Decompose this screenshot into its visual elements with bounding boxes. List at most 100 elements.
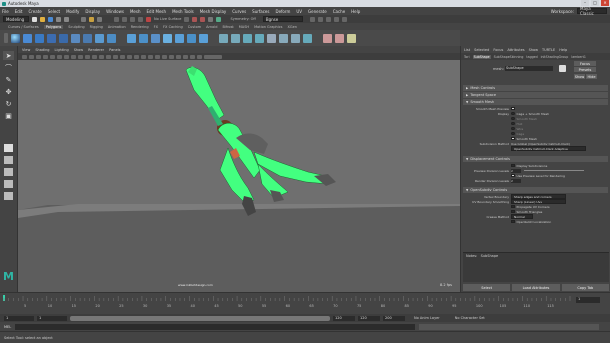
node-tab-5[interactable]: lambert1 <box>571 55 586 59</box>
menu-deform[interactable]: Deform <box>275 9 290 14</box>
render-settings-icon[interactable] <box>208 16 214 22</box>
grid-icon[interactable] <box>50 54 55 59</box>
display-radio-3[interactable] <box>511 121 515 126</box>
shelf-tab-bifrost[interactable]: Bifrost <box>222 25 233 29</box>
gate-mask-icon[interactable] <box>71 54 76 59</box>
hide-button[interactable]: Hide <box>586 74 597 79</box>
display-radio[interactable] <box>511 111 515 116</box>
menu-help[interactable]: Help <box>351 9 360 14</box>
camera-attributes-icon[interactable] <box>29 54 34 59</box>
textured-icon[interactable] <box>120 54 125 59</box>
cone-icon[interactable] <box>47 33 56 43</box>
workspace-dropdown[interactable]: Maya Classic <box>577 6 607 16</box>
snap-curve-icon[interactable] <box>122 16 127 22</box>
snap-view-icon[interactable] <box>138 16 143 22</box>
menu-file[interactable]: File <box>2 9 9 14</box>
node-tab-3[interactable]: tagged <box>526 55 537 59</box>
panel-menu-show[interactable]: Show <box>74 48 83 52</box>
osd-localize-checkbox[interactable] <box>511 219 515 224</box>
channel-box-icon[interactable] <box>341 16 347 22</box>
range-start-field[interactable]: 1 <box>37 315 67 321</box>
shelf-tab-custom[interactable]: Custom <box>188 25 201 29</box>
symmetry-label[interactable]: Symmetry: Off <box>230 17 255 21</box>
ipr-icon[interactable] <box>200 16 206 22</box>
select-button[interactable]: Select <box>463 284 511 291</box>
attr-menu-attributes[interactable]: Attributes <box>507 48 524 52</box>
section-mesh-controls[interactable]: ▶ Mesh Controls <box>463 85 608 91</box>
focus-button[interactable]: Focus <box>574 61 596 66</box>
panel-menu-renderer[interactable]: Renderer <box>88 48 104 52</box>
select-hierarchy-icon[interactable] <box>81 16 86 22</box>
shelf-tab-arnold[interactable]: Arnold <box>206 25 217 29</box>
auto-uv-icon[interactable] <box>335 33 344 43</box>
smooth-icon[interactable] <box>175 33 184 43</box>
display-option-3[interactable]: Hull <box>517 122 523 126</box>
preview-levels-field[interactable]: 2 <box>511 168 521 173</box>
perspective-viewport[interactable]: www.inkbotdesign.com 8.2 fps <box>18 60 460 292</box>
smooth-mesh-checkbox[interactable] <box>511 136 515 141</box>
quad-draw-icon[interactable] <box>303 33 312 43</box>
attr-menu-list[interactable]: List <box>464 48 470 52</box>
shelf-tab-polygons[interactable]: Polygons <box>43 24 64 29</box>
select-component-icon[interactable] <box>97 16 102 22</box>
node-name-field[interactable]: SubShape <box>505 66 553 71</box>
display-option-5[interactable]: Cage <box>517 132 525 136</box>
plane-icon[interactable] <box>71 33 80 43</box>
display-option-1[interactable]: Cage + Smooth Mesh <box>517 112 550 116</box>
section-displacement[interactable]: ▼ Displacement Controls <box>463 156 608 162</box>
display-radio-2[interactable] <box>511 116 515 121</box>
display-subdiv-checkbox[interactable] <box>511 163 515 168</box>
bookmark-icon[interactable] <box>36 54 41 59</box>
node-tab-0[interactable]: Tori <box>464 55 470 59</box>
rotate-tool-icon[interactable]: ↻ <box>3 99 14 108</box>
reduce-icon[interactable] <box>187 33 196 43</box>
menu-edit[interactable]: Edit <box>15 9 23 14</box>
torus-icon[interactable] <box>59 33 68 43</box>
menu-windows[interactable]: Windows <box>106 9 124 14</box>
safe-action-icon[interactable] <box>85 54 90 59</box>
cube-icon[interactable] <box>23 33 32 43</box>
attr-menu-show[interactable]: Show <box>529 48 538 52</box>
menu-surfaces[interactable]: Surfaces <box>252 9 269 14</box>
shelf-tab-fx-caching[interactable]: FX Caching <box>163 25 183 29</box>
multi-cut-icon[interactable] <box>267 33 276 43</box>
motion-blur-icon[interactable] <box>148 54 153 59</box>
menu-mesh[interactable]: Mesh <box>130 9 141 14</box>
xray-icon[interactable] <box>169 54 174 59</box>
safe-title-icon[interactable] <box>92 54 97 59</box>
resolution-gate-icon[interactable] <box>64 54 69 59</box>
section-tangent-space[interactable]: ▶ Tangent Space <box>463 92 608 98</box>
section-smooth-mesh[interactable]: ▼ Smooth Mesh <box>463 99 608 105</box>
display-option-2[interactable]: Smooth Mesh <box>517 117 537 121</box>
single-perspective-layout-icon[interactable] <box>4 144 13 152</box>
wireframe-icon[interactable] <box>99 54 104 59</box>
menu-generate[interactable]: Generate <box>308 9 327 14</box>
preview-render-checkbox[interactable] <box>511 173 515 178</box>
save-scene-icon[interactable] <box>48 16 53 22</box>
propagate-uv-checkbox[interactable] <box>511 204 515 209</box>
snap-point-icon[interactable] <box>130 16 135 22</box>
snap-grid-icon[interactable] <box>114 16 119 22</box>
super-shape-icon[interactable] <box>107 33 116 43</box>
show-button[interactable]: Show <box>574 74 585 79</box>
mode-dropdown[interactable]: Modeling <box>3 16 29 22</box>
range-slider[interactable] <box>70 315 330 321</box>
gamma-icon[interactable] <box>197 54 202 59</box>
render-icon[interactable] <box>192 16 198 22</box>
attr-menu-selected[interactable]: Selected <box>474 48 489 52</box>
smooth-preview-checkbox[interactable] <box>511 106 515 111</box>
lasso-tool-icon[interactable]: ⌒ <box>3 63 14 72</box>
select-tool-icon[interactable]: ➤ <box>3 51 14 60</box>
attr-menu-turtle[interactable]: TURTLE <box>542 48 555 52</box>
character-controls-icon[interactable] <box>317 16 323 22</box>
planar-uv-icon[interactable] <box>323 33 332 43</box>
hypershade-icon[interactable] <box>216 16 222 22</box>
shelf-tab-animation[interactable]: Animation <box>108 25 126 29</box>
time-slider[interactable]: 5 10 15 20 25 30 35 40 45 50 55 60 65 70 75 80 85 90 95 100… <box>0 292 610 314</box>
notes-area[interactable]: Notes: SubShape <box>463 252 609 282</box>
open-scene-icon[interactable] <box>40 16 45 22</box>
menu-modify[interactable]: Modify <box>66 9 79 14</box>
render-levels-field[interactable]: 2 <box>511 178 521 183</box>
shelf-tab-fx[interactable]: FX <box>154 25 158 29</box>
color-management-icon[interactable] <box>204 54 222 59</box>
